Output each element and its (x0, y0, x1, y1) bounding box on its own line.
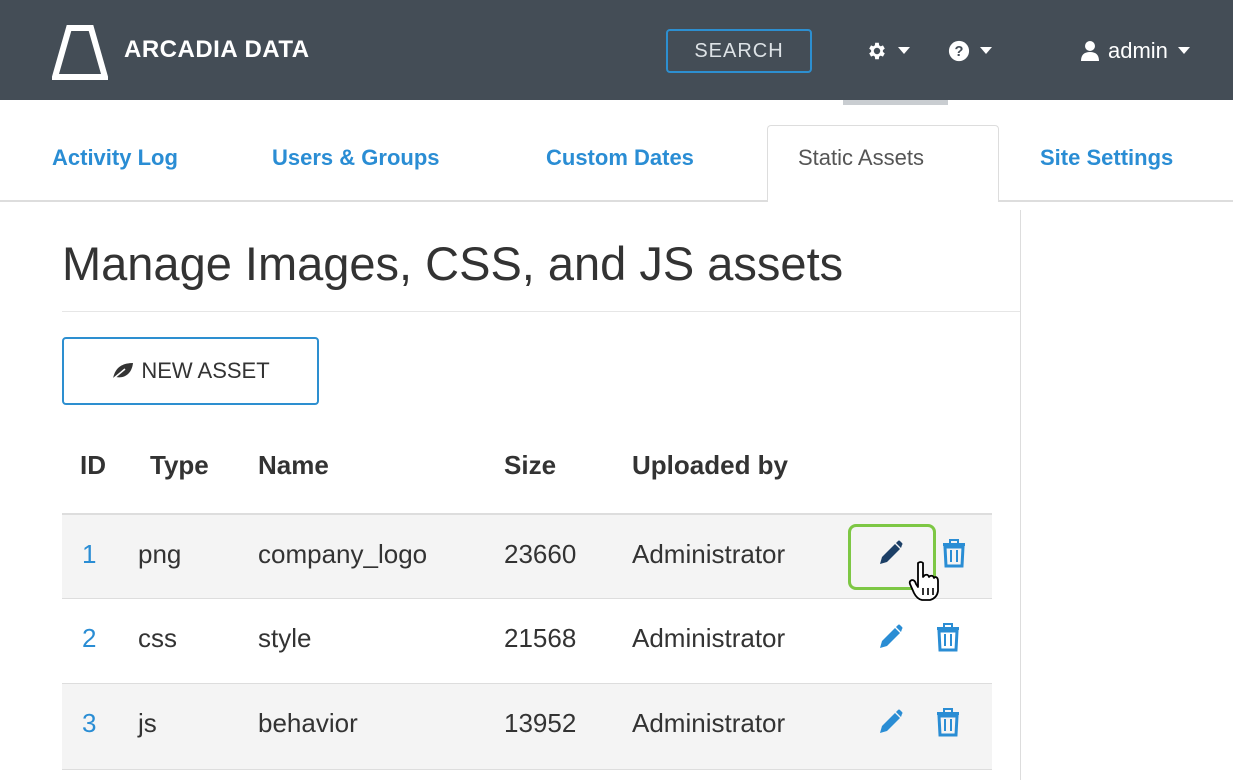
column-header-size: Size (504, 450, 557, 480)
help-menu[interactable]: ? (948, 34, 992, 68)
asset-id-link[interactable]: 3 (82, 708, 96, 739)
asset-name: company_logo (258, 539, 428, 569)
settings-menu[interactable] (866, 34, 910, 68)
asset-size: 21568 (504, 623, 577, 653)
column-header-id: ID (80, 450, 106, 480)
asset-name: style (258, 623, 312, 653)
chevron-down-icon (898, 47, 910, 54)
asset-type: css (138, 623, 177, 653)
question-circle-icon: ? (948, 40, 970, 62)
asset-uploaded-by: Administrator (632, 708, 786, 738)
page-title: Manage Images, CSS, and JS assets (62, 237, 844, 290)
column-header-type: Type (150, 450, 209, 480)
tab-custom-dates[interactable]: Custom Dates (546, 145, 694, 171)
hand-cursor-icon (908, 561, 939, 601)
asset-uploaded-by: Administrator (632, 623, 786, 653)
trash-icon[interactable] (934, 706, 962, 738)
user-icon (1081, 41, 1099, 61)
arcadia-logo-icon[interactable] (52, 24, 108, 80)
asset-type: png (138, 539, 182, 569)
tab-static-assets[interactable]: Static Assets (798, 145, 924, 171)
admin-tabs: Activity Log Users & Groups Custom Dates… (0, 105, 1233, 202)
chevron-down-icon (1177, 47, 1190, 54)
trash-icon[interactable] (934, 621, 962, 653)
chevron-down-icon (980, 47, 992, 54)
tab-users-groups[interactable]: Users & Groups (272, 145, 440, 171)
title-divider (62, 311, 1020, 312)
table-row: 1 png company_logo 23660 Administrator (62, 513, 992, 600)
tab-site-settings[interactable]: Site Settings (1040, 145, 1173, 171)
asset-uploaded-by: Administrator (632, 539, 786, 569)
top-navbar: ARCADIA DATA SEARCH ? admin (0, 0, 1233, 100)
panel-divider (1020, 210, 1021, 780)
asset-name: behavior (258, 708, 358, 738)
table-row: 3 js behavior 13952 Administrator (62, 683, 992, 770)
svg-text:?: ? (955, 44, 964, 60)
pencil-icon[interactable] (876, 621, 904, 653)
pencil-icon[interactable] (876, 537, 904, 569)
search-button[interactable]: SEARCH (666, 29, 812, 73)
asset-size: 23660 (504, 539, 577, 569)
tab-activity-log[interactable]: Activity Log (52, 145, 178, 171)
column-header-uploaded-by: Uploaded by (632, 450, 789, 480)
trash-icon[interactable] (940, 537, 968, 569)
column-header-name: Name (258, 450, 329, 480)
user-name: admin (1108, 38, 1168, 63)
asset-type: js (138, 708, 157, 738)
user-menu[interactable]: admin (1080, 34, 1190, 68)
asset-id-link[interactable]: 1 (82, 539, 96, 570)
asset-id-link[interactable]: 2 (82, 623, 96, 654)
asset-size: 13952 (504, 708, 577, 738)
table-row: 2 css style 21568 Administrator (62, 598, 992, 684)
brand-name[interactable]: ARCADIA DATA (124, 36, 310, 64)
new-asset-label: NEW ASSET (141, 358, 270, 383)
new-asset-button[interactable]: NEW ASSET (62, 337, 319, 405)
leaf-icon (112, 363, 134, 380)
gear-icon (869, 42, 885, 60)
pencil-icon[interactable] (876, 706, 904, 738)
tabs-baseline (0, 200, 1233, 202)
